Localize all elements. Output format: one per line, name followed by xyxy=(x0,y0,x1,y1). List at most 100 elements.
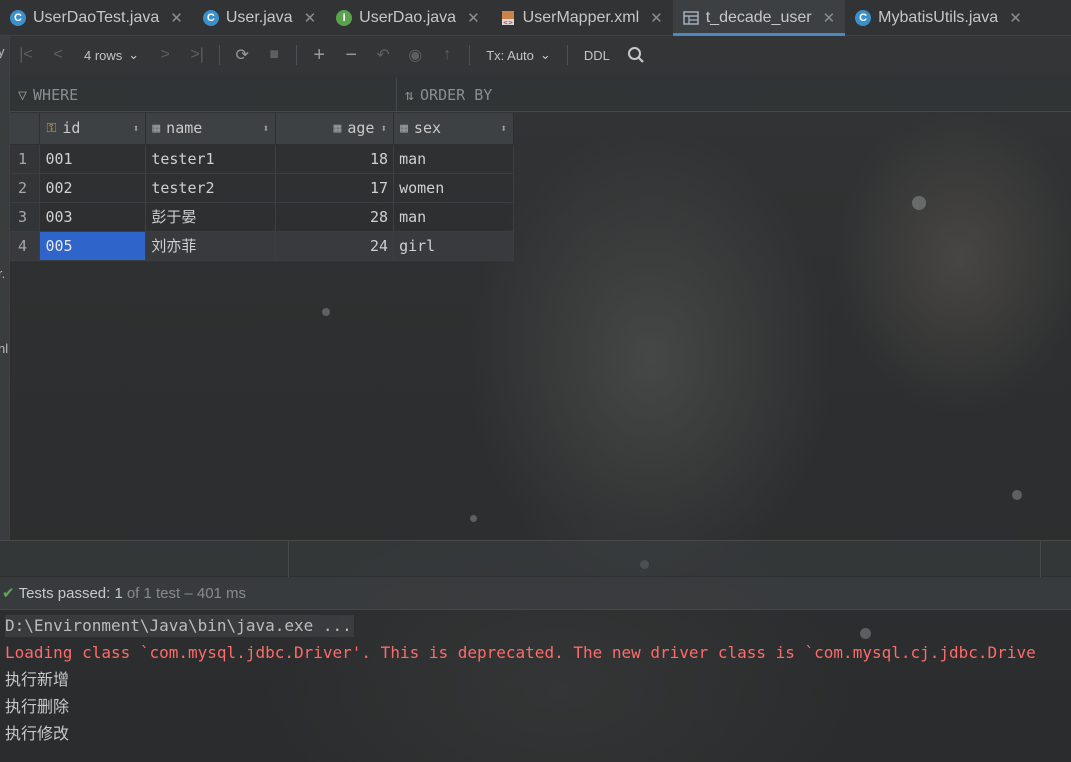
cell-name[interactable]: 刘亦菲 xyxy=(145,231,277,261)
rows-count-dropdown[interactable]: 4 rows ⌄ xyxy=(74,36,149,74)
primary-key-column-icon: ⚿ xyxy=(46,120,57,136)
cell-age[interactable]: 17 xyxy=(275,173,395,203)
tab-mybatisutils[interactable]: C MybatisUtils.java ✕ xyxy=(845,0,1032,36)
column-name: age xyxy=(347,119,375,138)
cell-id[interactable]: 001 xyxy=(39,144,147,174)
filter-icon: ▽ xyxy=(18,86,28,104)
close-icon[interactable]: ✕ xyxy=(170,9,183,27)
next-page-button[interactable]: > xyxy=(149,36,181,74)
preview-changes-button[interactable]: ◉ xyxy=(399,36,431,74)
editor-bottom-strip xyxy=(0,540,1071,577)
sort-toggle-icon[interactable]: ⬍ xyxy=(133,122,140,135)
tab-usermapper[interactable]: <> UserMapper.xml ✕ xyxy=(490,0,673,36)
column-header-name[interactable]: ▦ name ⬍ xyxy=(145,113,277,145)
search-button[interactable] xyxy=(620,36,652,74)
project-pane-edge: y r. nl xyxy=(0,36,10,540)
sort-icon: ⇅ xyxy=(405,85,415,104)
add-row-button[interactable]: + xyxy=(303,36,335,74)
refresh-button[interactable]: ⟳ xyxy=(226,36,258,74)
first-page-button[interactable]: |< xyxy=(10,36,42,74)
ddl-label: DDL xyxy=(583,47,610,63)
tab-userdao[interactable]: I UserDao.java ✕ xyxy=(326,0,490,36)
console-output-line: 执行修改 xyxy=(5,724,70,743)
transaction-mode-dropdown[interactable]: Tx: Auto ⌄ xyxy=(476,36,561,74)
console-command-line[interactable]: D:\Environment\Java\bin\java.exe ... xyxy=(5,615,354,637)
table-icon xyxy=(683,10,699,26)
table-row[interactable]: 2 002 tester2 17 women xyxy=(10,173,514,203)
tab-t-decade-user[interactable]: t_decade_user ✕ xyxy=(672,0,846,36)
search-icon xyxy=(627,47,644,63)
sort-toggle-icon[interactable]: ⬍ xyxy=(263,122,270,135)
divider xyxy=(288,541,289,577)
cell-age[interactable]: 28 xyxy=(275,202,395,232)
cell-id[interactable]: 002 xyxy=(39,173,147,203)
separator xyxy=(469,45,471,65)
separator xyxy=(219,45,221,65)
column-header-age[interactable]: ▦ age ⬍ xyxy=(275,113,395,145)
tests-detail: of 1 test – 401 ms xyxy=(126,584,247,602)
sort-toggle-icon[interactable]: ⬍ xyxy=(380,122,387,135)
class-icon: C xyxy=(202,10,219,26)
tests-passed-count: 1 xyxy=(114,584,123,602)
tab-label: t_decade_user xyxy=(705,9,812,26)
class-icon: C xyxy=(10,10,26,26)
rows-count-label: 4 rows xyxy=(84,47,123,63)
close-icon[interactable]: ✕ xyxy=(650,9,663,27)
cell-id-selected[interactable]: 005 xyxy=(39,231,147,261)
row-number-header xyxy=(10,113,41,145)
order-by-filter[interactable]: ⇅ ORDER BY xyxy=(396,78,492,111)
chevron-down-icon: ⌄ xyxy=(128,47,140,62)
svg-text:<>: <> xyxy=(503,20,513,27)
column-icon: ▦ xyxy=(400,120,408,136)
cell-name[interactable]: 彭于晏 xyxy=(145,202,277,232)
table-row-selected[interactable]: 4 005 刘亦菲 24 girl xyxy=(10,231,514,261)
close-icon[interactable]: ✕ xyxy=(1009,9,1022,27)
cell-age[interactable]: 24 xyxy=(275,231,395,261)
run-console[interactable]: D:\Environment\Java\bin\java.exe ... Loa… xyxy=(0,612,1071,762)
close-icon[interactable]: ✕ xyxy=(823,9,836,27)
column-icon: ▦ xyxy=(333,120,342,136)
console-output-line: 执行新增 xyxy=(5,670,70,689)
cell-sex[interactable]: girl xyxy=(393,231,514,261)
delete-row-button[interactable]: − xyxy=(335,36,367,74)
cell-age[interactable]: 18 xyxy=(275,144,395,174)
row-number: 2 xyxy=(10,173,41,203)
column-header-id[interactable]: ⚿ id ⬍ xyxy=(39,113,147,145)
chevron-down-icon: ⌄ xyxy=(539,47,551,62)
tab-label: UserDaoTest.java xyxy=(33,9,160,26)
tab-userdaotest[interactable]: C UserDaoTest.java ✕ xyxy=(0,0,193,36)
class-icon: C xyxy=(855,10,872,26)
separator xyxy=(566,45,568,65)
where-filter[interactable]: ▽ WHERE xyxy=(18,86,78,104)
column-icon: ▦ xyxy=(152,120,161,136)
where-label: WHERE xyxy=(33,86,79,104)
close-icon[interactable]: ✕ xyxy=(304,9,317,27)
tab-user[interactable]: C User.java ✕ xyxy=(193,0,326,36)
table-row[interactable]: 1 001 tester1 18 man xyxy=(10,144,514,174)
cell-name[interactable]: tester2 xyxy=(145,173,277,203)
last-page-button[interactable]: >| xyxy=(181,36,213,74)
cell-name[interactable]: tester1 xyxy=(145,144,277,174)
divider xyxy=(1040,541,1041,577)
filter-bar: ▽ WHERE ⇅ ORDER BY xyxy=(10,78,1071,112)
column-header-sex[interactable]: ▦ sex ⬍ xyxy=(393,113,514,145)
cell-sex[interactable]: man xyxy=(393,144,514,174)
truncated-glyph: r. xyxy=(0,266,6,281)
cell-id[interactable]: 003 xyxy=(39,202,147,232)
row-number: 3 xyxy=(10,202,41,232)
cell-sex[interactable]: women xyxy=(393,173,514,203)
sort-toggle-icon[interactable]: ⬍ xyxy=(500,122,507,135)
row-number: 4 xyxy=(10,231,41,261)
table-row[interactable]: 3 003 彭于晏 28 man xyxy=(10,202,514,232)
grid-header-row: ⚿ id ⬍ ▦ name ⬍ ▦ age ⬍ ▦ sex ⬍ xyxy=(10,113,514,145)
previous-page-button[interactable]: < xyxy=(42,36,74,74)
row-number: 1 xyxy=(10,144,41,174)
close-icon[interactable]: ✕ xyxy=(467,9,480,27)
revert-button[interactable]: ↶ xyxy=(367,36,399,74)
data-editor-toolbar: |< < 4 rows ⌄ > >| ⟳ ■ + − ↶ ◉ ↑ Tx: Aut… xyxy=(10,36,1071,74)
xml-icon: <> xyxy=(500,10,516,26)
submit-button[interactable]: ↑ xyxy=(431,36,463,74)
cell-sex[interactable]: man xyxy=(393,202,514,232)
ddl-button[interactable]: DDL xyxy=(574,36,620,74)
stop-button[interactable]: ■ xyxy=(258,36,290,74)
